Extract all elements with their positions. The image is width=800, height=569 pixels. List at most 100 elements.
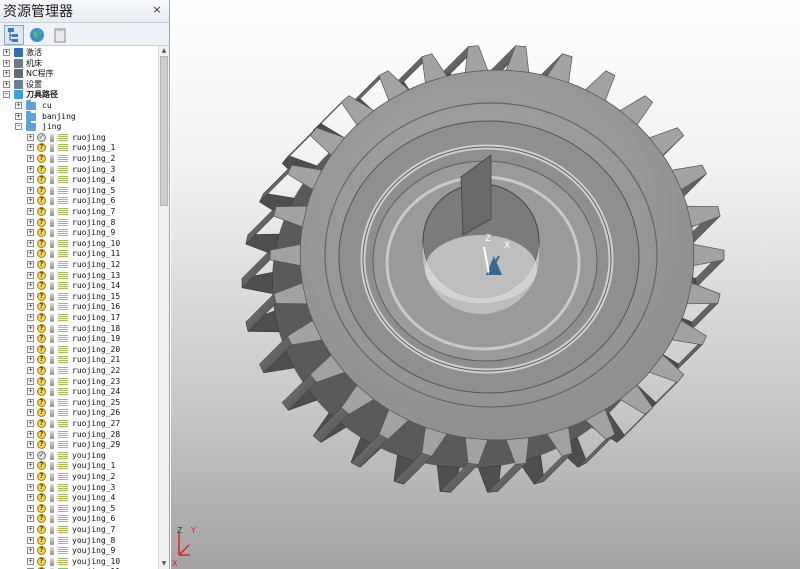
expand-toggle-icon[interactable]: + xyxy=(27,430,34,438)
toolpath-item[interactable]: + ✓ ruojing xyxy=(0,132,158,143)
scroll-up-icon[interactable]: ▲ xyxy=(159,46,169,56)
expand-toggle-icon[interactable]: + xyxy=(3,59,10,67)
expand-toggle-icon[interactable]: + xyxy=(27,494,34,502)
tree-item-activate[interactable]: + 激活 xyxy=(0,48,158,58)
folder-item-jing[interactable]: − jing xyxy=(0,121,158,132)
expand-toggle-icon[interactable]: + xyxy=(27,314,34,321)
toolpath-item[interactable]: +? youjing_1 xyxy=(0,461,158,471)
expand-toggle-icon[interactable]: + xyxy=(27,176,34,184)
toolpath-item[interactable]: +? ruojing_14 xyxy=(0,281,158,291)
expand-toggle-icon[interactable]: + xyxy=(3,80,10,88)
expand-toggle-icon[interactable]: + xyxy=(27,345,34,353)
expand-toggle-icon[interactable]: + xyxy=(27,409,34,417)
expand-toggle-icon[interactable]: + xyxy=(27,155,34,162)
toolpath-item[interactable]: +? ruojing_27 xyxy=(0,419,158,429)
clipboard-icon[interactable] xyxy=(50,25,70,45)
expand-toggle-icon[interactable]: + xyxy=(27,420,34,427)
expand-toggle-icon[interactable]: + xyxy=(27,208,34,215)
toolpath-item[interactable]: +? youjing_9 xyxy=(0,546,158,556)
toolpath-item[interactable]: +? ruojing_12 xyxy=(0,260,158,270)
toolpath-item[interactable]: +? ruojing_20 xyxy=(0,344,158,355)
expand-toggle-icon[interactable]: + xyxy=(27,133,34,141)
expand-toggle-icon[interactable]: + xyxy=(27,388,34,396)
toolpath-item[interactable]: +? ruojing_18 xyxy=(0,323,158,334)
toolpath-item[interactable]: +? youjing_8 xyxy=(0,535,158,546)
close-icon[interactable]: × xyxy=(150,3,164,17)
expand-toggle-icon[interactable]: + xyxy=(27,536,34,544)
toolpath-item[interactable]: +? ruojing_3 xyxy=(0,164,158,175)
expand-toggle-icon[interactable]: + xyxy=(27,229,34,237)
expand-toggle-icon[interactable]: + xyxy=(27,250,34,258)
expand-toggle-icon[interactable]: + xyxy=(3,49,10,56)
expand-toggle-icon[interactable]: + xyxy=(27,282,34,290)
expand-toggle-icon[interactable]: + xyxy=(27,377,34,385)
expand-toggle-icon[interactable]: + xyxy=(15,102,22,109)
expand-toggle-icon[interactable]: + xyxy=(27,324,34,332)
expand-toggle-icon[interactable]: + xyxy=(27,261,34,268)
scroll-down-icon[interactable]: ▼ xyxy=(159,559,169,569)
tree-scrollbar[interactable]: ▲ ▼ xyxy=(158,46,169,569)
graphics-viewport[interactable]: Z X Z Y X xyxy=(171,0,800,569)
toolpath-item[interactable]: +? youjing_2 xyxy=(0,472,158,482)
toolpath-item[interactable]: +? ruojing_13 xyxy=(0,270,158,281)
expand-toggle-icon[interactable]: + xyxy=(27,547,34,555)
toolpath-item[interactable]: +? ruojing_21 xyxy=(0,355,158,365)
toolpath-item[interactable]: +? ruojing_24 xyxy=(0,387,158,397)
toolpath-item[interactable]: +? ruojing_22 xyxy=(0,366,158,376)
expand-toggle-icon[interactable]: + xyxy=(27,335,34,343)
toolpath-item[interactable]: +? ruojing_8 xyxy=(0,217,158,228)
toolpath-item[interactable]: +? ruojing_11 xyxy=(0,249,158,259)
expand-toggle-icon[interactable]: + xyxy=(27,356,34,364)
toolpath-item[interactable]: +? ruojing_19 xyxy=(0,334,158,344)
expand-toggle-icon[interactable]: + xyxy=(27,292,34,300)
expand-toggle-icon[interactable]: + xyxy=(27,144,34,152)
toolpath-item[interactable]: +? ruojing_9 xyxy=(0,228,158,238)
expand-toggle-icon[interactable]: + xyxy=(27,186,34,194)
tree-item-machine[interactable]: + 机床 xyxy=(0,58,158,69)
expand-toggle-icon[interactable]: + xyxy=(27,504,34,512)
folder-item-banjing[interactable]: + banjing xyxy=(0,110,158,122)
folder-item-cu[interactable]: + cu xyxy=(0,100,158,111)
expand-toggle-icon[interactable]: + xyxy=(27,515,34,523)
expand-toggle-icon[interactable]: + xyxy=(27,557,34,565)
toolpath-item[interactable]: +? ruojing_15 xyxy=(0,291,158,302)
gear-model[interactable]: Z X Z Y X xyxy=(171,0,800,569)
expand-toggle-icon[interactable]: + xyxy=(27,473,34,480)
tree-item-settings[interactable]: + 设置 xyxy=(0,79,158,90)
toolpath-item[interactable]: +? youjing_3 xyxy=(0,482,158,493)
toolpath-item[interactable]: +? ruojing_6 xyxy=(0,196,158,206)
scroll-thumb[interactable] xyxy=(160,56,168,206)
expand-toggle-icon[interactable]: + xyxy=(3,70,10,78)
toolpath-item[interactable]: +? ruojing_23 xyxy=(0,376,158,387)
globe-icon[interactable] xyxy=(27,25,47,45)
toolpath-item[interactable]: +? ruojing_25 xyxy=(0,397,158,408)
expand-toggle-icon[interactable]: + xyxy=(27,451,34,459)
toolpath-item[interactable]: +? ruojing_1 xyxy=(0,143,158,153)
toolpath-item[interactable]: +? youjing_6 xyxy=(0,514,158,524)
expand-toggle-icon[interactable]: − xyxy=(15,123,22,131)
tree-item-toolpath[interactable]: − 刀具路径 xyxy=(0,90,158,100)
toolpath-item[interactable]: +? ruojing_16 xyxy=(0,302,158,312)
expand-toggle-icon[interactable]: + xyxy=(27,526,34,533)
tree-view-icon[interactable] xyxy=(4,25,24,45)
expand-toggle-icon[interactable]: + xyxy=(27,483,34,491)
expand-toggle-icon[interactable]: + xyxy=(15,112,22,120)
expand-toggle-icon[interactable]: + xyxy=(27,218,34,226)
expand-toggle-icon[interactable]: + xyxy=(27,165,34,173)
toolpath-item[interactable]: +? youjing_10 xyxy=(0,556,158,567)
expand-toggle-icon[interactable]: − xyxy=(3,91,10,99)
toolpath-item[interactable]: +? ruojing_4 xyxy=(0,175,158,185)
expand-toggle-icon[interactable]: + xyxy=(27,441,34,449)
toolpath-item[interactable]: +? youjing_4 xyxy=(0,493,158,503)
expand-toggle-icon[interactable]: + xyxy=(27,398,34,406)
toolpath-item[interactable]: +? ruojing_29 xyxy=(0,440,158,450)
expand-toggle-icon[interactable]: + xyxy=(27,367,34,374)
tree-item-nc-program[interactable]: + NC程序 xyxy=(0,69,158,79)
toolpath-item[interactable]: +? ruojing_2 xyxy=(0,154,158,164)
expand-toggle-icon[interactable]: + xyxy=(27,239,34,247)
toolpath-item[interactable]: +? ruojing_17 xyxy=(0,313,158,323)
toolpath-item[interactable]: + ✓ youjing xyxy=(0,450,158,461)
toolpath-item[interactable]: +? ruojing_5 xyxy=(0,185,158,196)
expand-toggle-icon[interactable]: + xyxy=(27,197,34,205)
toolpath-item[interactable]: +? ruojing_26 xyxy=(0,408,158,418)
